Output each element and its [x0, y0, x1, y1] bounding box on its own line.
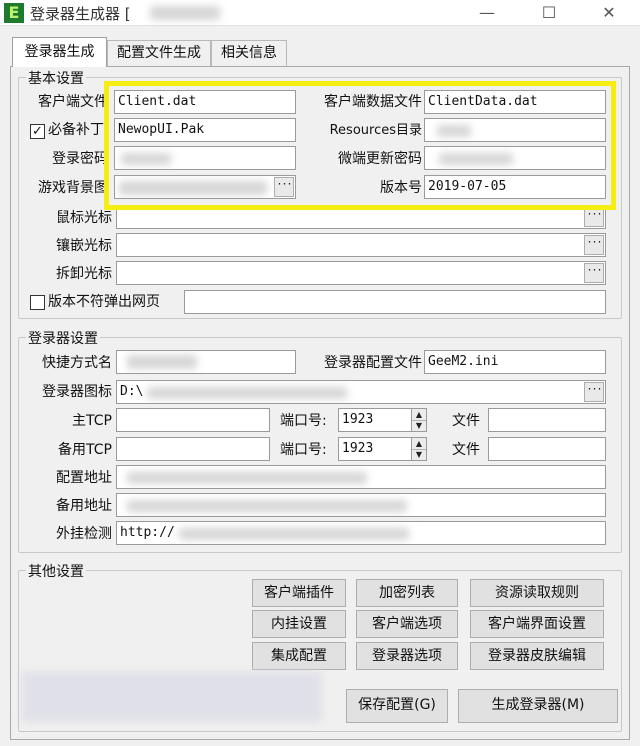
generate-launcher-button[interactable]: 生成登录器(M) — [458, 689, 618, 723]
version-popup-checkbox[interactable] — [30, 295, 45, 310]
launcher-skin-edit-button[interactable]: 登录器皮肤编辑 — [470, 642, 604, 670]
backup-port-spinner[interactable]: ▲ ▼ — [411, 437, 427, 461]
redacted-value — [127, 472, 367, 484]
redacted-area — [22, 672, 322, 722]
resource-rules-button[interactable]: 资源读取规则 — [470, 579, 604, 607]
backup-file-label: 文件 — [452, 442, 480, 458]
browse-button[interactable]: ··· — [584, 263, 604, 283]
main-port-label: 端口号: — [280, 413, 327, 429]
client-ui-settings-button[interactable]: 客户端界面设置 — [470, 610, 604, 638]
backup-url-input[interactable] — [116, 493, 606, 517]
close-button[interactable]: ✕ — [586, 0, 632, 26]
redacted-value — [121, 153, 171, 165]
patch-input[interactable]: NewopUI.Pak — [114, 118, 296, 142]
client-file-input[interactable]: Client.dat — [114, 90, 296, 114]
redacted-value — [179, 528, 409, 540]
main-port-input[interactable]: 1923 — [338, 408, 412, 432]
micro-update-password-input[interactable] — [424, 146, 606, 170]
patch-label: 必备补丁 — [48, 122, 104, 138]
launcher-config-input[interactable]: GeeM2.ini — [424, 350, 606, 374]
main-tcp-label: 主TCP — [72, 413, 112, 429]
client-data-label: 客户端数据文件 — [324, 94, 422, 110]
version-popup-url-input[interactable] — [184, 290, 606, 314]
micro-update-password-label: 微端更新密码 — [338, 151, 422, 167]
backup-port-label: 端口号: — [280, 442, 327, 458]
backup-port-input[interactable]: 1923 — [338, 437, 412, 461]
patch-checkbox[interactable]: ✓ — [30, 124, 45, 139]
redacted-value — [437, 125, 471, 137]
redacted-title — [150, 6, 220, 20]
redacted-value — [127, 355, 197, 369]
browse-button[interactable]: ··· — [274, 177, 294, 197]
redacted-value — [127, 500, 407, 512]
inner-hook-settings-button[interactable]: 内挂设置 — [252, 610, 346, 638]
redacted-value — [147, 387, 347, 399]
app-icon: E — [4, 3, 24, 23]
backup-file-input[interactable] — [488, 437, 606, 461]
client-data-input[interactable]: ClientData.dat — [424, 90, 606, 114]
browse-button[interactable]: ··· — [584, 207, 604, 227]
resources-input[interactable] — [424, 118, 606, 142]
main-port-spinner[interactable]: ▲ ▼ — [411, 408, 427, 432]
window-title: 登录器生成器 [ — [30, 5, 131, 23]
redacted-value — [119, 181, 267, 195]
resources-label: Resources目录 — [329, 123, 422, 138]
shortcut-input[interactable] — [116, 350, 296, 374]
basic-settings-title: 基本设置 — [26, 68, 86, 88]
backup-tcp-label: 备用TCP — [58, 442, 112, 458]
check-icon: ✓ — [32, 124, 43, 139]
launcher-settings-title: 登录器设置 — [26, 328, 100, 348]
encrypt-list-button[interactable]: 加密列表 — [356, 579, 458, 607]
main-tcp-input[interactable] — [116, 408, 270, 432]
inlay-cursor-label: 镶嵌光标 — [56, 238, 112, 254]
tab-about[interactable]: 相关信息 — [211, 40, 287, 66]
tab-launcher-generate[interactable]: 登录器生成 — [12, 37, 107, 67]
version-label: 版本号 — [380, 180, 422, 196]
backup-url-label: 备用地址 — [56, 498, 112, 514]
integrated-config-button[interactable]: 集成配置 — [252, 642, 346, 670]
other-settings-title: 其他设置 — [26, 561, 86, 581]
maximize-button[interactable]: ☐ — [526, 0, 572, 26]
tab-config-generate[interactable]: 配置文件生成 — [107, 40, 211, 66]
launcher-icon-input[interactable]: D:\ ··· — [116, 380, 606, 404]
version-popup-label: 版本不符弹出网页 — [48, 294, 160, 310]
plugin-check-url: http:// — [120, 525, 175, 540]
client-plugin-button[interactable]: 客户端插件 — [252, 579, 346, 607]
browse-button[interactable]: ··· — [584, 235, 604, 255]
redacted-value — [439, 153, 513, 165]
client-options-button[interactable]: 客户端选项 — [356, 610, 458, 638]
spin-down-icon[interactable]: ▼ — [412, 449, 426, 460]
spin-down-icon[interactable]: ▼ — [412, 420, 426, 431]
launcher-icon-label: 登录器图标 — [42, 384, 112, 400]
version-input[interactable]: 2019-07-05 — [424, 175, 606, 199]
plugin-check-label: 外挂检测 — [56, 526, 112, 542]
mouse-cursor-label: 鼠标光标 — [56, 210, 112, 226]
login-password-label: 登录密码 — [52, 151, 108, 167]
launcher-config-label: 登录器配置文件 — [324, 355, 422, 371]
background-image-label: 游戏背景图 — [38, 180, 108, 196]
client-file-label: 客户端文件 — [38, 94, 108, 110]
plugin-check-input[interactable]: http:// — [116, 521, 606, 545]
main-file-label: 文件 — [452, 413, 480, 429]
config-url-input[interactable] — [116, 465, 606, 489]
remove-cursor-input[interactable]: ··· — [116, 261, 606, 285]
launcher-icon-path: D:\ — [120, 384, 144, 399]
launcher-options-button[interactable]: 登录器选项 — [356, 642, 458, 670]
mouse-cursor-input[interactable]: ··· — [116, 205, 606, 229]
title-bar: E 登录器生成器 [ — ☐ ✕ — [0, 0, 640, 26]
main-file-input[interactable] — [488, 408, 606, 432]
shortcut-label: 快捷方式名 — [42, 355, 112, 371]
login-password-input[interactable] — [114, 146, 296, 170]
inlay-cursor-input[interactable]: ··· — [116, 233, 606, 257]
minimize-button[interactable]: — — [464, 0, 510, 26]
browse-button[interactable]: ··· — [584, 382, 604, 402]
backup-tcp-input[interactable] — [116, 437, 270, 461]
config-url-label: 配置地址 — [56, 470, 112, 486]
background-image-input[interactable]: ··· — [114, 175, 296, 199]
remove-cursor-label: 拆卸光标 — [56, 266, 112, 282]
save-config-button[interactable]: 保存配置(G) — [346, 689, 448, 723]
